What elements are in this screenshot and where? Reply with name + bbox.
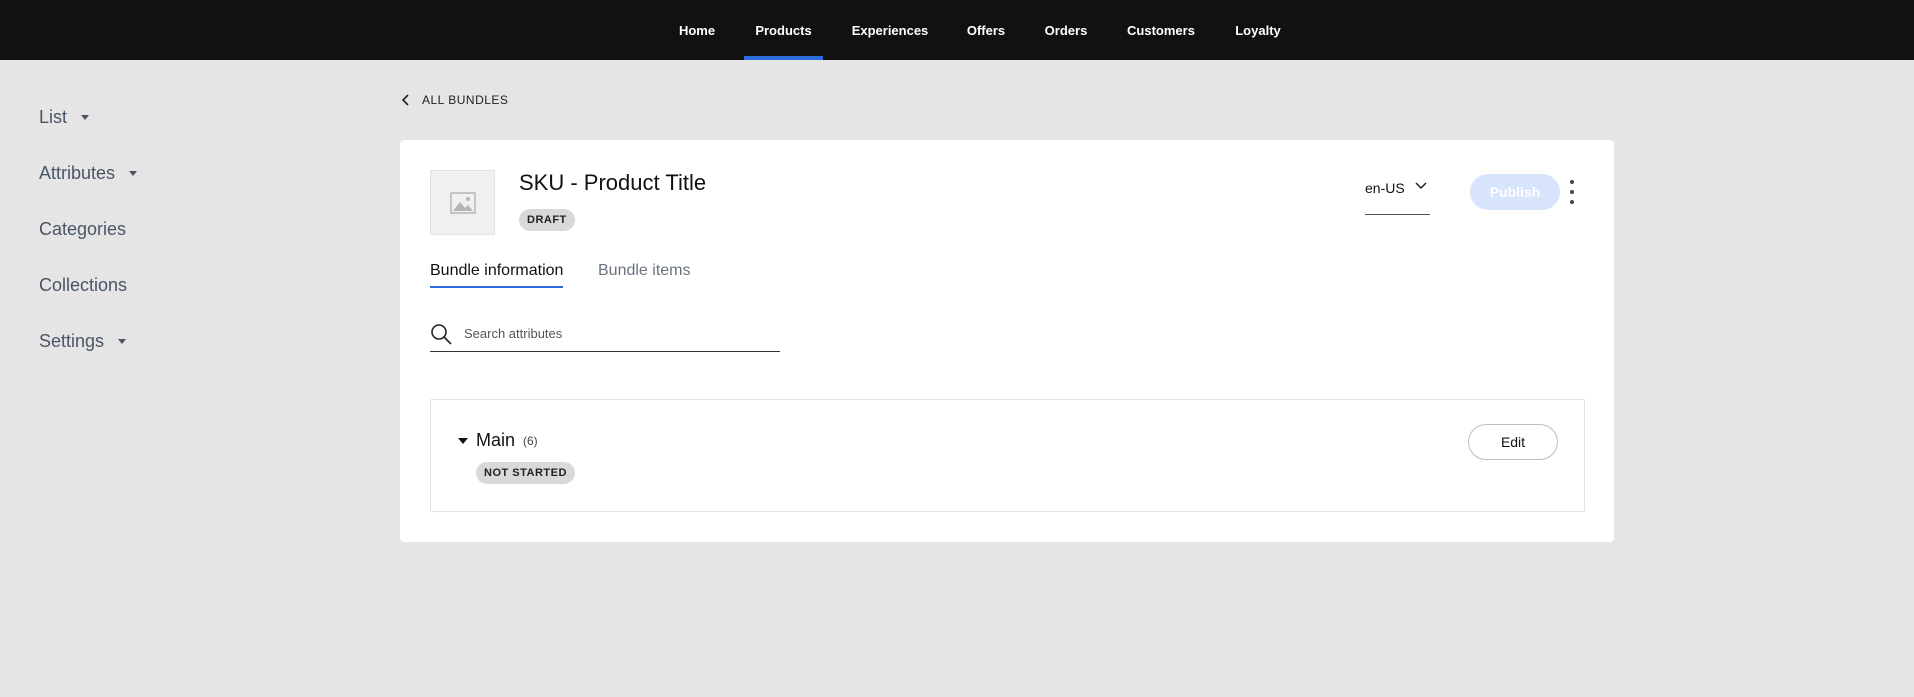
nav-item-loyalty[interactable]: Loyalty: [1227, 0, 1289, 60]
attribute-section-main: Main (6) NOT STARTED Edit: [430, 399, 1585, 512]
caret-down-icon: [129, 170, 138, 176]
nav-item-orders[interactable]: Orders: [1036, 0, 1096, 60]
nav-item-home[interactable]: Home: [667, 0, 727, 60]
nav-item-experiences[interactable]: Experiences: [843, 0, 937, 60]
sidebar-item-categories[interactable]: Categories: [39, 215, 126, 243]
status-badge: NOT STARTED: [476, 462, 575, 484]
sidebar-item-label: List: [39, 106, 68, 127]
sidebar-item-label: Attributes: [39, 162, 116, 183]
top-nav: Home Products Experiences Offers Orders …: [0, 0, 1914, 60]
tab-bundle-items[interactable]: Bundle items: [598, 262, 691, 288]
search-field: [430, 316, 780, 352]
product-thumbnail[interactable]: [430, 170, 495, 235]
publish-button[interactable]: Publish: [1470, 174, 1560, 210]
bundle-card: SKU - Product Title DRAFT en-US Publish …: [400, 140, 1614, 542]
caret-down-icon: [118, 338, 127, 344]
search-input[interactable]: [464, 326, 764, 341]
caret-down-icon: [81, 114, 90, 120]
locale-select[interactable]: en-US: [1365, 175, 1430, 215]
chevron-down-icon: [1415, 182, 1427, 190]
edit-button[interactable]: Edit: [1468, 424, 1558, 460]
sidebar-item-collections[interactable]: Collections: [39, 271, 127, 299]
page-title: SKU - Product Title: [519, 170, 707, 195]
breadcrumb[interactable]: ALL BUNDLES: [400, 90, 508, 110]
kebab-icon[interactable]: [1566, 180, 1578, 204]
nav-item-offers[interactable]: Offers: [956, 0, 1016, 60]
section-name: Main: [476, 430, 516, 450]
sidebar-item-label: Categories: [39, 218, 127, 239]
sidebar-item-settings[interactable]: Settings: [39, 327, 127, 355]
nav-item-products[interactable]: Products: [744, 0, 823, 60]
image-placeholder-icon: [449, 191, 476, 214]
status-badge: DRAFT: [519, 209, 575, 231]
section-count: (6): [523, 433, 538, 448]
locale-value: en-US: [1365, 180, 1405, 196]
section-toggle[interactable]: Main (6): [458, 430, 538, 451]
chevron-left-icon: [401, 94, 409, 106]
sidebar-item-label: Settings: [39, 330, 105, 351]
caret-down-icon: [458, 437, 468, 444]
sidebar-item-list[interactable]: List: [39, 103, 90, 131]
breadcrumb-label: ALL BUNDLES: [422, 93, 509, 107]
sidebar-item-label: Collections: [39, 274, 128, 295]
sidebar-item-attributes[interactable]: Attributes: [39, 159, 138, 187]
search-icon: [431, 323, 452, 345]
tab-bundle-information[interactable]: Bundle information: [430, 262, 564, 288]
nav-item-customers[interactable]: Customers: [1121, 0, 1201, 60]
